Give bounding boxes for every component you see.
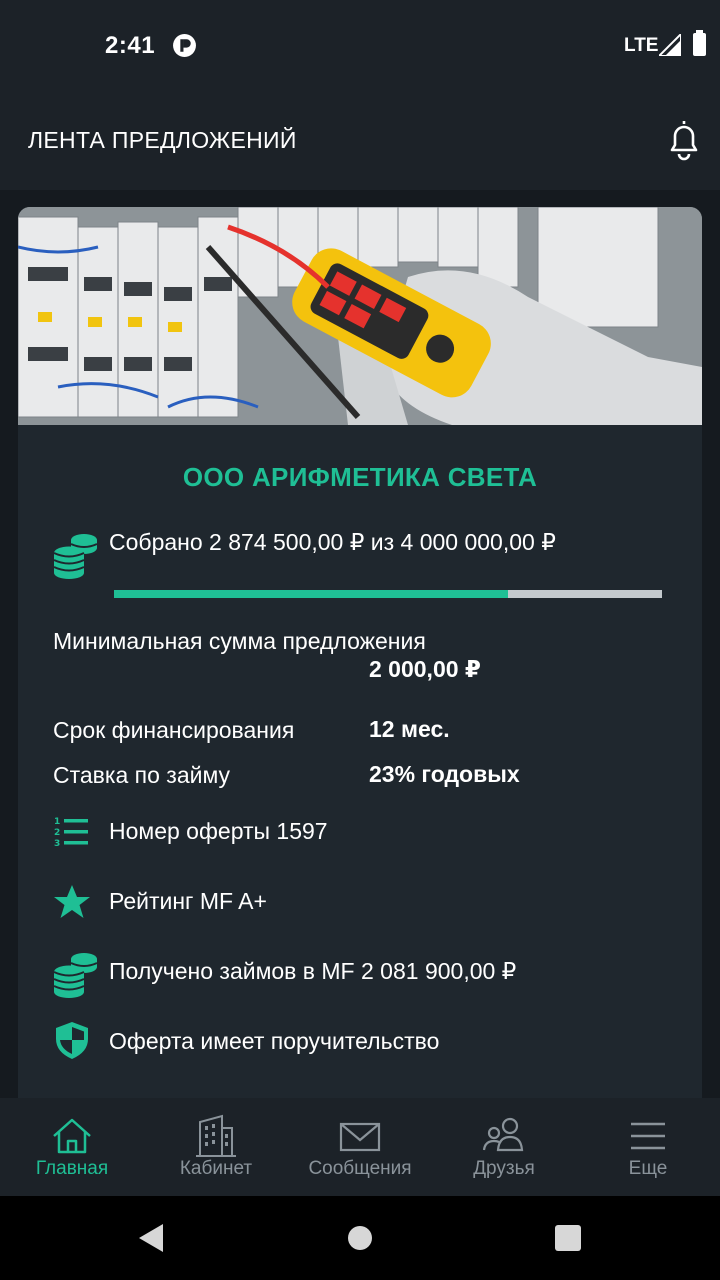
bottom-tab-bar: Главная Кабинет Сообщения Друзья Еще (0, 1098, 720, 1196)
tab-more[interactable]: Еще (576, 1098, 720, 1196)
app-notification-icon (173, 34, 196, 57)
star-icon (54, 885, 90, 918)
offers-feed[interactable]: ООО АРИФМЕТИКА СВЕТА Собрано 2 874 500,0… (0, 190, 720, 1098)
tab-label: Кабинет (179, 1158, 253, 1179)
loans-received: Получено займов в MF 2 081 900,00 ₽ (109, 958, 517, 984)
tab-label: Друзья (473, 1158, 535, 1179)
offer-number: Номер оферты 1597 (109, 818, 328, 844)
shield-icon (56, 1022, 88, 1059)
building-icon (196, 1114, 236, 1157)
tab-label: Сообщения (308, 1158, 412, 1179)
tab-cabinet[interactable]: Кабинет (144, 1098, 288, 1196)
signal-icon (659, 34, 681, 56)
min-amount-value: 2 000,00 ₽ (369, 656, 481, 682)
numbered-list-icon: 1 2 3 (54, 817, 88, 849)
rate-value: 23% годовых (369, 761, 520, 787)
app-header: ЛЕНТА ПРЕДЛОЖЕНИЙ (0, 90, 720, 190)
tab-label: Главная (35, 1158, 109, 1179)
svg-text:2: 2 (54, 828, 60, 838)
svg-text:3: 3 (54, 839, 60, 849)
tab-label: Еще (628, 1158, 668, 1179)
friends-icon (482, 1117, 524, 1152)
offer-card[interactable]: ООО АРИФМЕТИКА СВЕТА Собрано 2 874 500,0… (18, 207, 702, 1098)
tab-friends[interactable]: Друзья (432, 1098, 576, 1196)
menu-icon (631, 1122, 665, 1150)
rating: Рейтинг MF A+ (109, 888, 267, 914)
page-title: ЛЕНТА ПРЕДЛОЖЕНИЙ (28, 127, 297, 153)
funding-progress-fill (114, 590, 508, 598)
offer-photo (18, 207, 702, 425)
recents-button[interactable] (555, 1225, 581, 1251)
collected-amount: Собрано 2 874 500,00 ₽ из 4 000 000,00 ₽ (109, 529, 556, 555)
guarantee-note: Оферта имеет поручительство (109, 1028, 440, 1054)
funding-progress-bar (114, 590, 662, 598)
company-name: ООО АРИФМЕТИКА СВЕТА (182, 462, 538, 492)
coins-icon (53, 534, 98, 579)
envelope-icon (339, 1122, 381, 1152)
back-icon[interactable] (137, 1222, 165, 1254)
term-value: 12 мес. (369, 716, 450, 742)
home-icon (53, 1118, 91, 1154)
notifications-bell-icon[interactable] (664, 118, 704, 162)
term-label: Срок финансирования (53, 717, 295, 743)
min-amount-label: Минимальная сумма предложения (53, 628, 426, 654)
rate-label: Ставка по займу (53, 762, 231, 788)
status-time: 2:41 (105, 32, 156, 59)
svg-text:1: 1 (54, 817, 60, 827)
network-type: LTE (624, 35, 659, 56)
tab-messages[interactable]: Сообщения (288, 1098, 432, 1196)
battery-icon (693, 30, 706, 56)
tab-home[interactable]: Главная (0, 1098, 144, 1196)
status-bar: 2:41 LTE (0, 0, 720, 90)
home-button[interactable] (348, 1226, 372, 1250)
coins-icon (53, 953, 98, 998)
